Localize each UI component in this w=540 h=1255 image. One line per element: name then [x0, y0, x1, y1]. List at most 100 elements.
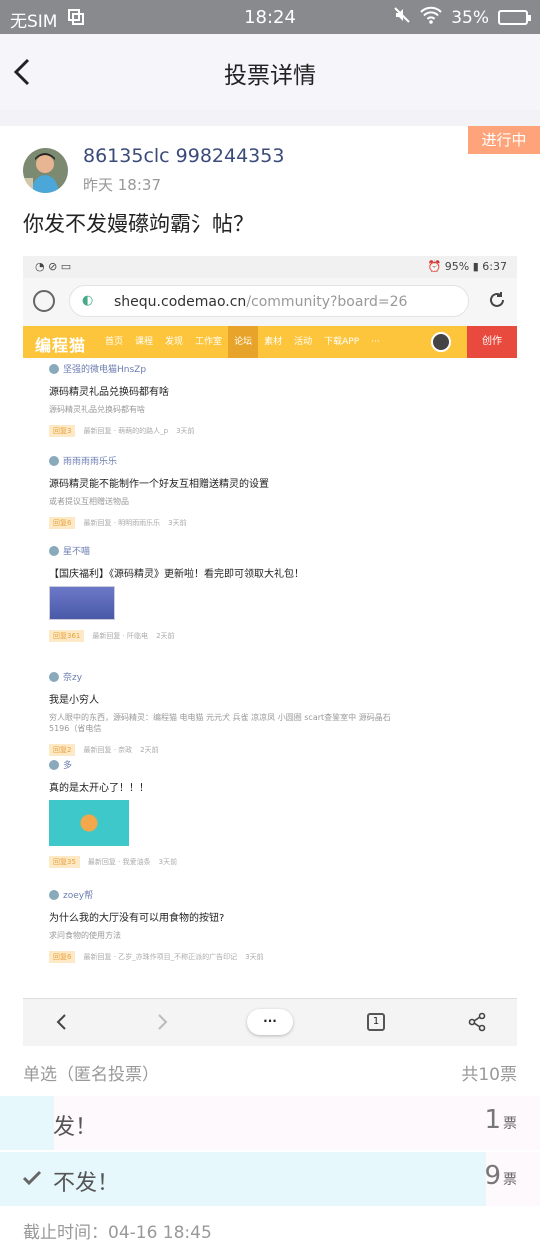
- image-feed-last-reply: 最新回复 · 奈政: [83, 746, 133, 754]
- image-feed-title: 为什么我的大厅没有可以用食物的按钮?: [49, 913, 225, 924]
- image-site-tab: 活动: [294, 337, 313, 347]
- image-feed-user: zoey帮: [49, 888, 394, 901]
- image-user-icon: [33, 290, 55, 312]
- image-feed-item: zoey帮为什么我的大厅没有可以用食物的按钮? 求问食物的使用方法 回复6 最新回复 …: [49, 888, 394, 963]
- vote-type: 单选（匿名投票）: [23, 1065, 159, 1085]
- image-feed-username: 星不喵: [63, 547, 91, 557]
- image-feed-username: 雨雨雨雨乐乐: [63, 457, 118, 467]
- vote-count: 1: [484, 1105, 501, 1135]
- image-user-avatar: [49, 363, 59, 374]
- image-feed-ago: 3天前: [176, 427, 195, 435]
- image-feed-summary: 穷人眼中的东西，源码精灵：编程猫 电电猫 元元犬 兵雀 凉凉凤 小圆圈 scar…: [49, 713, 391, 733]
- image-site-nav: 编程猫 首页 课程 发现 工作室 论坛 素材 活动 下载APP ··· 创作: [23, 326, 517, 358]
- image-refresh-icon: [490, 292, 504, 307]
- image-feed-last-reply: 最新回复 · 萌萌的的路人_p: [83, 427, 169, 435]
- post-time: 昨天 18:37: [83, 176, 161, 194]
- vote-unit: 票: [503, 1116, 517, 1132]
- image-feed-last-reply: 最新回复 · 乙岁_亦珠作项目_不称正派的广告印记: [83, 953, 238, 961]
- image-forward-icon: [158, 1014, 168, 1030]
- divider: [0, 110, 540, 126]
- image-share-icon: [468, 1012, 486, 1032]
- image-feed-item: 坚强的微电猫HnsZp 源码精灵礼品兑换码都有啥 源码精灵礼品兑换码都有啥 回复3 最新…: [49, 362, 394, 437]
- vote-option-bufa[interactable]: 不发！ 9票: [0, 1152, 540, 1206]
- vote-count: 9: [484, 1161, 501, 1191]
- image-feed-tag: 回复361: [49, 630, 85, 642]
- image-feed-title: 源码精灵能不能制作一个好友互相赠送精灵的设置: [49, 479, 269, 490]
- image-site-tab: ···: [371, 337, 380, 347]
- image-url-host: shequ.codemao.cn: [114, 294, 247, 310]
- image-feed-ago: 2天前: [156, 632, 175, 640]
- image-user-avatar: [49, 759, 59, 770]
- post-image[interactable]: ◔ ⊘ ▭ ⏰ 95% ▮ 6:37 ◐ shequ.codemao.cn/co…: [23, 256, 517, 1046]
- vote-option-fa[interactable]: 发！ 1票: [0, 1096, 540, 1150]
- image-feed-last-reply: 最新回复 · 阡临电: [92, 632, 149, 640]
- vote-total: 共10票: [461, 1065, 517, 1085]
- status-bar: 无SIM 18:24 35%: [0, 0, 540, 34]
- image-address-bar: ◐ shequ.codemao.cn/community?board=26: [23, 278, 517, 326]
- image-feed-tag: 回复6: [49, 951, 76, 963]
- image-browser-toolbar: ··· 1: [23, 998, 517, 1046]
- image-feed-tag: 回复3: [49, 425, 76, 437]
- image-feed-meta: 回复35 最新回复 · 我爱油条 3天前: [49, 856, 394, 868]
- image-feed-username: 坚强的微电猫HnsZp: [63, 365, 147, 375]
- image-feed-meta: 回复3 最新回复 · 萌萌的的路人_p 3天前: [49, 425, 394, 437]
- image-feed-user: 坚强的微电猫HnsZp: [49, 362, 394, 375]
- image-more-icon: ···: [247, 1009, 293, 1035]
- image-feed-thumbnail: [49, 586, 115, 620]
- image-feed-meta: 回复6 最新回复 · 明明雨雨乐乐 3天前: [49, 517, 394, 529]
- image-feed-meta: 回复6 最新回复 · 乙岁_亦珠作项目_不称正派的广告印记 3天前: [49, 951, 394, 963]
- image-back-icon: [56, 1014, 66, 1030]
- image-feed-user: 多: [49, 758, 394, 771]
- vote-option-label: 发！: [53, 1115, 98, 1140]
- image-site-tab: 首页: [105, 337, 124, 347]
- image-feed-item: 雨雨雨雨乐乐 源码精灵能不能制作一个好友互相赠送精灵的设置 或者提议互相赠送物品 回复…: [49, 454, 394, 529]
- vote-option-label: 不发！: [53, 1171, 120, 1196]
- image-feed-title: 真的是太开心了！！！: [49, 783, 149, 794]
- page-title: 投票详情: [224, 63, 316, 89]
- image-time: 6:37: [482, 260, 507, 273]
- image-feed-tag: 回复2: [49, 744, 76, 756]
- image-site-avatar: [431, 332, 451, 352]
- image-feed-item: 奈zy 我是小穷人 穷人眼中的东西，源码精灵：编程猫 电电猫 元元犬 兵雀 凉凉凤 …: [49, 670, 394, 756]
- vote-deadline: 截止时间：04-16 18:45: [23, 1223, 212, 1243]
- image-feed-user: 星不喵: [49, 544, 394, 557]
- image-feed-tag: 回复35: [49, 856, 80, 868]
- image-feed-last-reply: 最新回复 · 明明雨雨乐乐: [83, 519, 161, 527]
- image-feed-user: 雨雨雨雨乐乐: [49, 454, 394, 467]
- image-site-tab: 发现: [165, 337, 184, 347]
- image-create-button: 创作: [467, 326, 517, 358]
- check-icon: [22, 1168, 42, 1193]
- vote-progress-bar: [0, 1096, 54, 1150]
- author-name[interactable]: 86135clc 998244353: [83, 145, 284, 167]
- image-battery: 95%: [444, 260, 470, 273]
- image-site-tabs: 首页 课程 发现 工作室 论坛 素材 活动 下载APP ···: [99, 326, 386, 358]
- image-site-tab: 工作室: [195, 337, 223, 347]
- image-feed-summary: 求问食物的使用方法: [49, 931, 121, 940]
- wifi-icon: [420, 6, 442, 29]
- image-site-tab: 下载APP: [324, 337, 360, 347]
- image-user-avatar: [49, 545, 59, 556]
- image-feed-item: 星不喵【国庆福利】《源码精灵》更新啦！看完即可领取大礼包！ 回复361 最新回复 ·…: [49, 544, 394, 642]
- image-feed-thumbnail: [49, 800, 129, 846]
- post-title: 你发不发嫚礤竘霸氵帖？: [23, 212, 254, 236]
- vote-unit: 票: [503, 1172, 517, 1188]
- image-feed-ago: 2天前: [140, 746, 159, 754]
- image-feed-title: 我是小穷人: [49, 695, 99, 706]
- vote-card: 进行中 86135clc 998244353 昨天 18:37 你发不发嫚礤竘霸…: [0, 126, 540, 1255]
- image-site-logo: 编程猫: [35, 336, 87, 355]
- image-url-field: ◐ shequ.codemao.cn/community?board=26: [69, 285, 469, 317]
- image-wifi-icon: ◔ ⊘ ▭: [35, 260, 72, 273]
- image-feed-ago: 3天前: [245, 953, 264, 961]
- image-feed-meta: 回复361 最新回复 · 阡临电 2天前: [49, 630, 394, 642]
- image-feed-item: 多真的是太开心了！！！ 回复35 最新回复 · 我爱油条 3天前: [49, 758, 394, 868]
- image-site-tab: 论坛: [228, 326, 259, 358]
- image-feed-username: zoey帮: [63, 891, 94, 901]
- image-alarm-icon: ⏰: [427, 260, 442, 273]
- image-url-path: /community?board=26: [246, 294, 408, 310]
- image-feed-title: 【国庆福利】《源码精灵》更新啦！看完即可领取大礼包！: [49, 569, 304, 580]
- image-site-tab: 课程: [135, 337, 154, 347]
- image-feed-ago: 3天前: [158, 858, 178, 866]
- mute-icon: [393, 6, 411, 29]
- avatar[interactable]: [23, 148, 68, 193]
- image-user-avatar: [49, 671, 59, 682]
